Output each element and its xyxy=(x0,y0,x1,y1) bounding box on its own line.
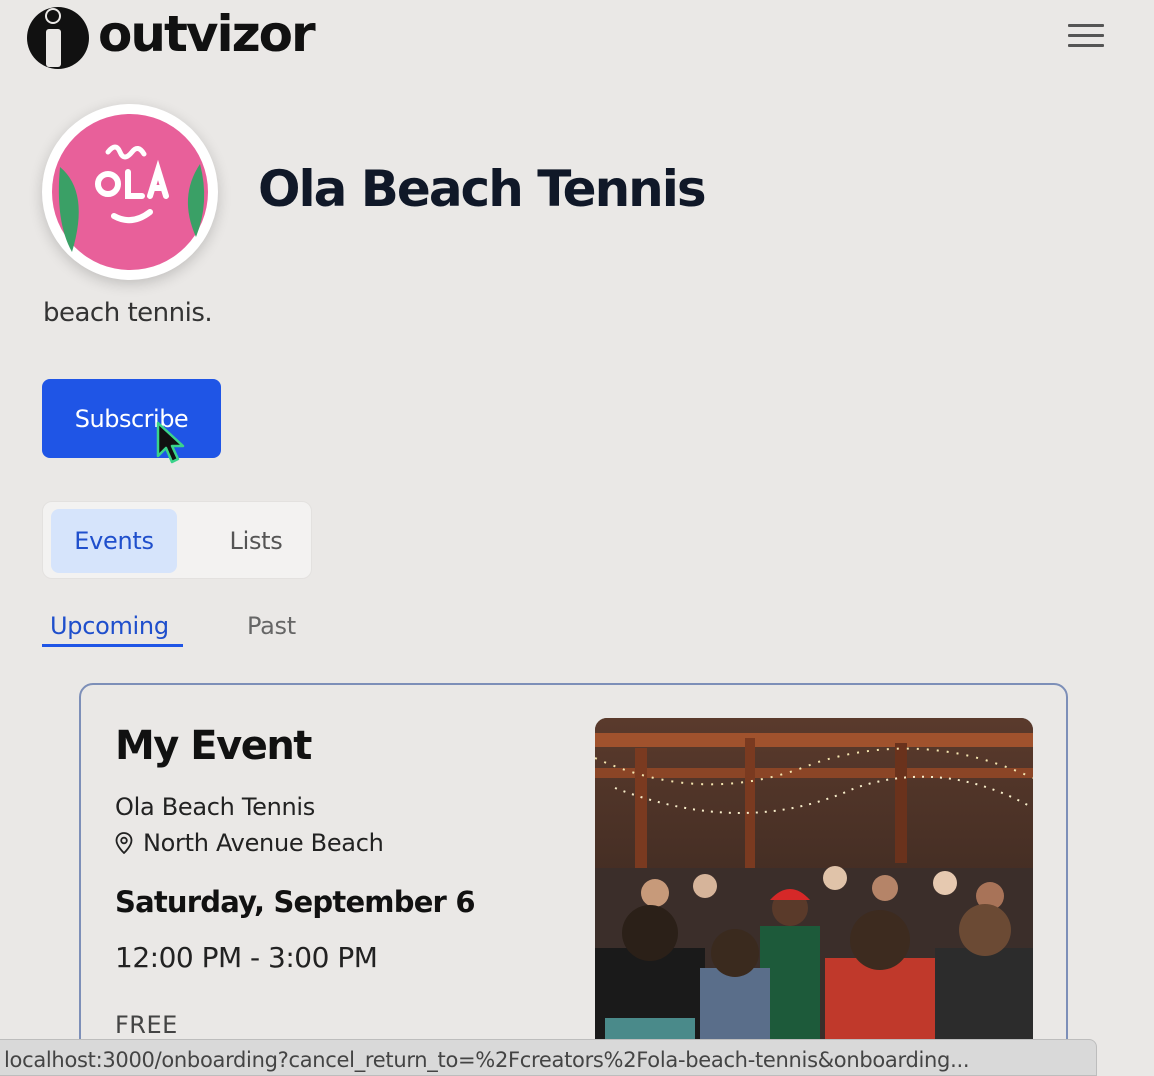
event-card[interactable]: My Event Ola Beach Tennis North Avenue B… xyxy=(79,683,1068,1076)
browser-status-url: localhost:3000/onboarding?cancel_return_… xyxy=(0,1039,1097,1076)
event-time: 12:00 PM - 3:00 PM xyxy=(115,941,378,974)
creator-name: Ola Beach Tennis xyxy=(258,160,707,218)
page: outvizor Ola Beach Tennis beach tennis. … xyxy=(0,0,1154,1076)
event-location: North Avenue Beach xyxy=(115,829,384,857)
map-pin-icon xyxy=(115,832,133,854)
logo-wordmark: outvizor xyxy=(98,5,316,63)
content-type-tabs: Events Lists xyxy=(42,501,312,579)
tab-lists[interactable]: Lists xyxy=(203,509,309,573)
creator-bio: beach tennis. xyxy=(43,298,213,328)
subtab-past[interactable]: Past xyxy=(247,612,296,640)
menu-line xyxy=(1068,24,1104,27)
mouse-cursor-icon xyxy=(156,421,185,464)
menu-line xyxy=(1068,34,1104,37)
event-organizer: Ola Beach Tennis xyxy=(115,793,316,821)
menu-line xyxy=(1068,44,1104,47)
event-photo xyxy=(595,718,1033,1068)
tab-events[interactable]: Events xyxy=(51,509,177,573)
crowd-party-photo xyxy=(595,718,1033,1068)
event-location-label: North Avenue Beach xyxy=(143,829,384,857)
subtab-upcoming[interactable]: Upcoming xyxy=(50,612,169,640)
logo-mark-icon xyxy=(27,7,89,69)
active-subtab-underline xyxy=(42,644,183,647)
event-date: Saturday, September 6 xyxy=(115,885,476,919)
subscribe-button[interactable]: Subscribe xyxy=(42,379,221,458)
hamburger-menu-button[interactable] xyxy=(1064,20,1108,54)
event-price: FREE xyxy=(115,1011,178,1039)
ola-tennis-ball-icon xyxy=(52,114,208,270)
creator-avatar xyxy=(42,104,218,280)
event-title: My Event xyxy=(115,723,312,769)
outvizor-logo[interactable]: outvizor xyxy=(24,2,316,70)
